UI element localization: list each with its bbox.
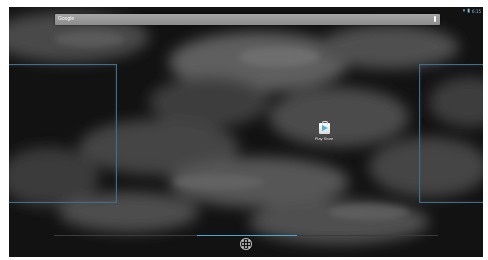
battery-icon: ▮ bbox=[467, 8, 471, 14]
hotseat bbox=[9, 237, 483, 257]
microphone-icon[interactable] bbox=[434, 16, 436, 22]
dot bbox=[242, 243, 244, 245]
all-apps-icon[interactable] bbox=[240, 238, 252, 250]
status-time: 6:15 bbox=[472, 8, 481, 14]
status-bar: ▾ ▮ 6:15 bbox=[463, 7, 481, 15]
dot bbox=[245, 246, 247, 248]
dot bbox=[248, 246, 250, 248]
dot bbox=[242, 240, 244, 242]
dot bbox=[242, 246, 244, 248]
wifi-icon: ▾ bbox=[462, 8, 466, 14]
play-store-shortcut[interactable]: Play Store bbox=[309, 121, 339, 141]
workspace-page-right[interactable] bbox=[419, 64, 483, 203]
app-label: Play Store bbox=[314, 136, 334, 141]
android-home-screen: ▾ ▮ 6:15 Google Play Store bbox=[9, 7, 483, 257]
dot bbox=[248, 240, 250, 242]
play-triangle-icon bbox=[321, 125, 328, 131]
dot bbox=[245, 240, 247, 242]
page-indicator-active bbox=[197, 235, 297, 236]
dot bbox=[248, 243, 250, 245]
google-search-bar[interactable]: Google bbox=[55, 14, 440, 25]
play-store-icon bbox=[318, 121, 330, 134]
dot bbox=[245, 243, 247, 245]
workspace-page-left[interactable] bbox=[9, 64, 117, 203]
search-label: Google bbox=[58, 16, 75, 22]
page-indicator bbox=[54, 235, 438, 236]
